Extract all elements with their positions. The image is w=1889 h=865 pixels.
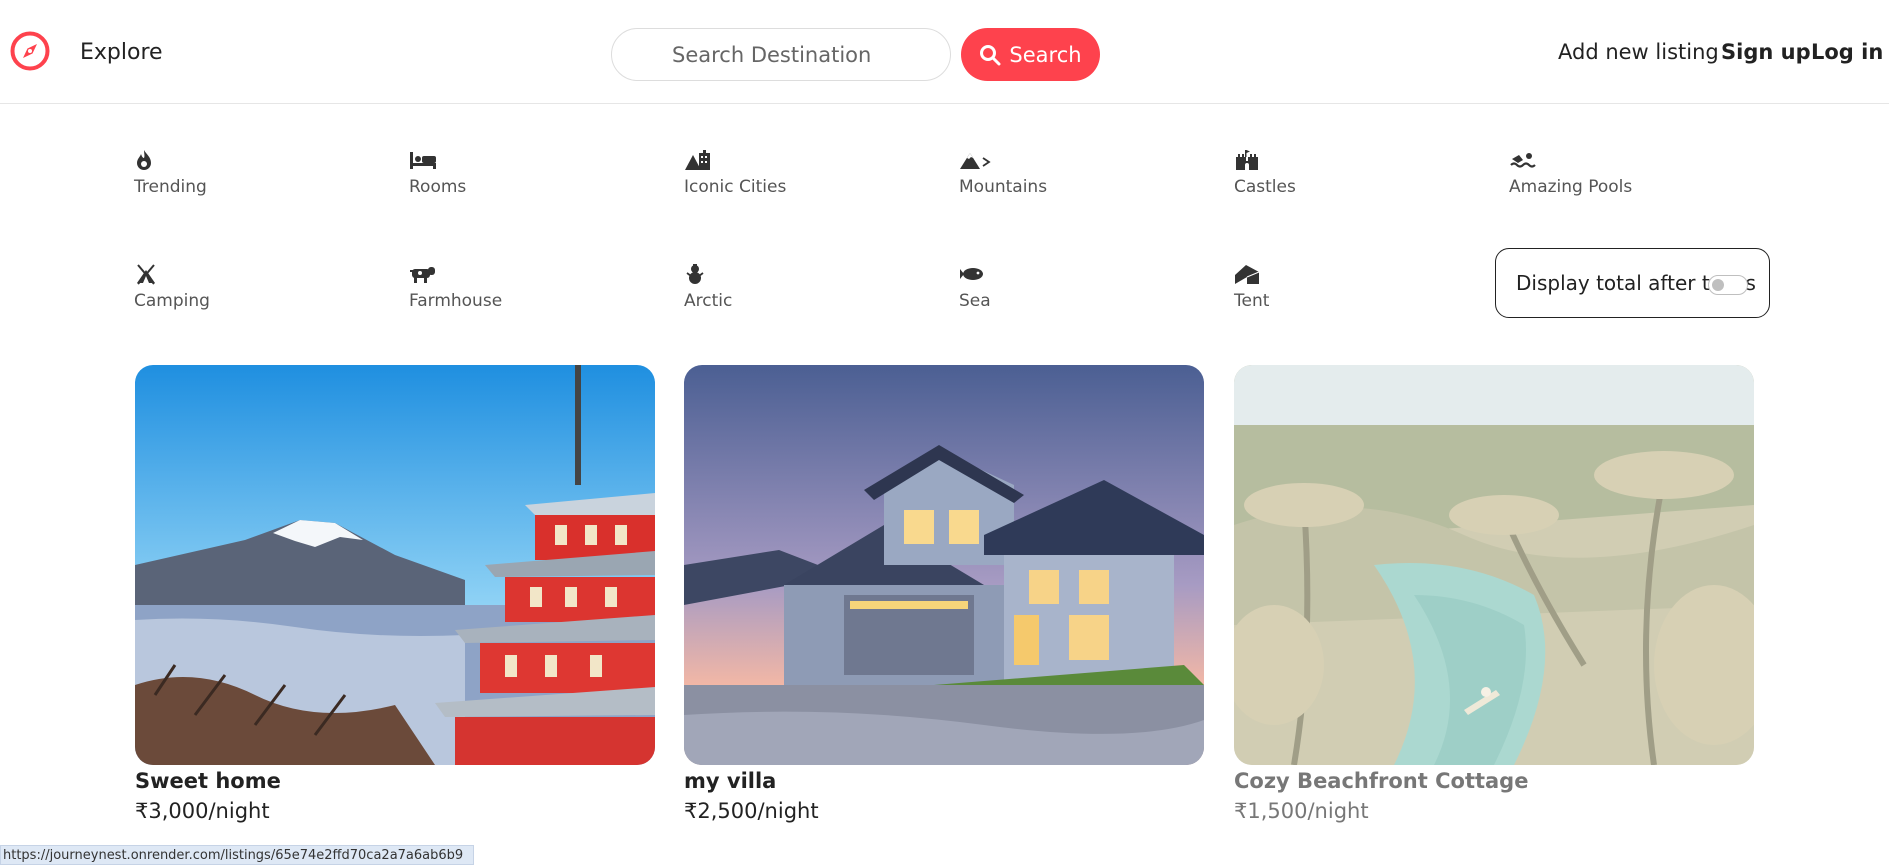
snowman-icon <box>686 264 704 284</box>
status-bar-url: https://journeynest.onrender.com/listing… <box>0 845 475 865</box>
filter-rooms[interactable]: Rooms <box>409 145 559 197</box>
listing-title: Cozy Beachfront Cottage <box>1234 769 1529 793</box>
switch-knob <box>1712 279 1724 291</box>
listing-image[interactable] <box>135 365 655 765</box>
listing-image[interactable] <box>684 365 1204 765</box>
filter-castles[interactable]: Castles <box>1234 145 1384 197</box>
cow-icon <box>410 267 435 283</box>
listing-price: ₹2,500/night <box>684 799 819 823</box>
bed-icon <box>410 152 436 169</box>
campground-icon <box>137 264 155 285</box>
swimmer-icon <box>1510 153 1536 168</box>
filter-label: Trending <box>134 177 207 197</box>
filter-label: Camping <box>134 291 210 311</box>
filter-farmhouse[interactable]: Farmhouse <box>409 259 559 311</box>
listing-image[interactable] <box>1234 365 1754 765</box>
search-icon <box>980 44 1001 65</box>
search-button[interactable]: Search <box>961 28 1100 81</box>
filter-label: Sea <box>959 291 991 311</box>
listing-card[interactable]: Sweet home ₹3,000/night <box>135 365 655 823</box>
search-input[interactable] <box>611 28 951 81</box>
filter-label: Tent <box>1234 291 1270 311</box>
listing-price: ₹1,500/night <box>1234 799 1369 823</box>
sign-up-link[interactable]: Sign up <box>1721 40 1811 64</box>
filter-label: Rooms <box>409 177 467 197</box>
city-icon <box>685 150 710 170</box>
castle-icon <box>1236 150 1258 170</box>
filter-iconic-cities[interactable]: Iconic Cities <box>684 145 834 197</box>
filter-label: Castles <box>1234 177 1296 197</box>
navbar: Explore Search Add new listing Sign up L… <box>0 0 1889 104</box>
listing-card[interactable]: Cozy Beachfront Cottage ₹1,500/night <box>1234 365 1754 823</box>
fish-icon <box>960 268 983 280</box>
villa-house-image <box>684 365 1204 765</box>
filter-camping[interactable]: Camping <box>134 259 284 311</box>
filter-label: Farmhouse <box>409 291 503 311</box>
tax-toggle[interactable]: Display total after taxes <box>1495 248 1770 318</box>
filter-label: Iconic Cities <box>684 177 787 197</box>
filter-tent[interactable]: Tent <box>1234 259 1384 311</box>
mountain-icon <box>960 153 991 169</box>
add-new-listing-link[interactable]: Add new listing <box>1558 40 1719 64</box>
fire-icon <box>137 150 151 170</box>
search-button-label: Search <box>1009 42 1082 67</box>
filter-label: Arctic <box>684 291 733 311</box>
pagoda-mountain-image <box>135 365 655 765</box>
tax-switch[interactable] <box>1708 275 1748 295</box>
listing-title: Sweet home <box>135 769 281 793</box>
listing-card[interactable]: my villa ₹2,500/night <box>684 365 1204 823</box>
filter-trending[interactable]: Trending <box>134 145 284 197</box>
nav-explore-link[interactable]: Explore <box>80 40 163 65</box>
filter-amazing-pools[interactable]: Amazing Pools <box>1509 145 1659 197</box>
filter-label: Mountains <box>959 177 1048 197</box>
listing-price: ₹3,000/night <box>135 799 270 823</box>
filter-sea[interactable]: Sea <box>959 259 1109 311</box>
palm-river-image <box>1234 365 1754 765</box>
log-in-link[interactable]: Log in <box>1811 40 1883 64</box>
listing-title: my villa <box>684 769 777 793</box>
compass-logo-icon[interactable] <box>9 30 51 72</box>
filter-label: Amazing Pools <box>1509 177 1633 197</box>
filter-mountains[interactable]: Mountains <box>959 145 1109 197</box>
filter-arctic[interactable]: Arctic <box>684 259 834 311</box>
tent-icon <box>1235 265 1260 284</box>
